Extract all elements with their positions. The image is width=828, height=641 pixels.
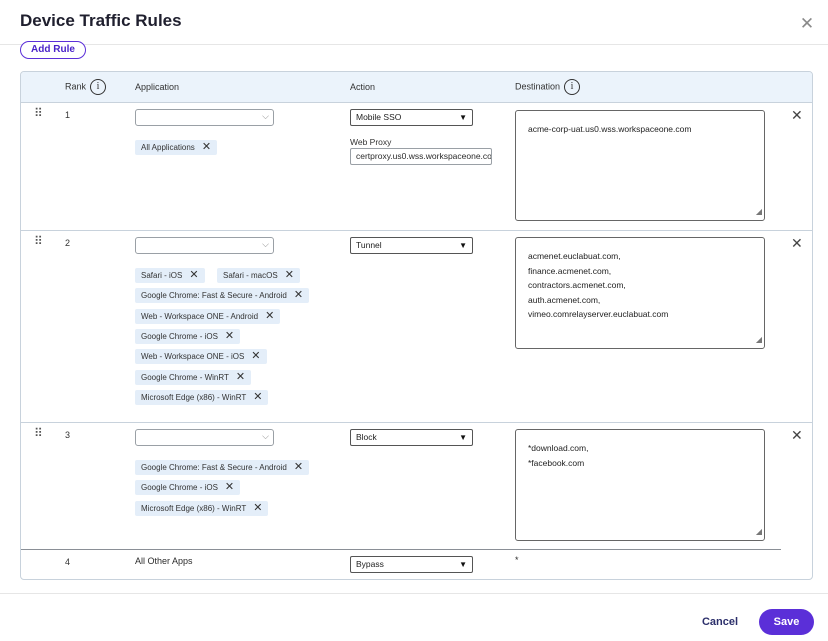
app-chip-label: Safari - macOS bbox=[223, 271, 278, 280]
remove-chip-icon[interactable]: ✕ bbox=[189, 268, 198, 283]
app-chip-label: Web - Workspace ONE - Android bbox=[141, 312, 259, 321]
table-row: 4 All Other Apps Bypass ▼ * bbox=[21, 550, 812, 579]
destination-text: acme-corp-uat.us0.wss.workspaceone.com bbox=[528, 124, 692, 134]
app-chip-label: Google Chrome - iOS bbox=[141, 483, 218, 492]
app-chip-label: Google Chrome: Fast & Secure - Android bbox=[141, 291, 287, 300]
app-chip: Microsoft Edge (x86) - WinRT ✕ bbox=[135, 390, 269, 405]
application-select[interactable]: ⌵ bbox=[135, 109, 274, 126]
app-chip: Google Chrome: Fast & Secure - Android ✕ bbox=[135, 460, 310, 475]
caret-down-icon: ▼ bbox=[459, 560, 467, 569]
destination-textarea[interactable]: *download.com, *facebook.com ◢ bbox=[515, 429, 765, 541]
remove-chip-icon[interactable]: ✕ bbox=[294, 288, 303, 303]
resize-grip-icon[interactable]: ◢ bbox=[756, 333, 762, 348]
remove-chip-icon[interactable]: ✕ bbox=[265, 309, 274, 324]
action-select-value: Block bbox=[356, 432, 377, 442]
delete-rule-icon[interactable]: ✕ bbox=[791, 107, 803, 124]
application-select[interactable]: ⌵ bbox=[135, 429, 274, 446]
action-select-value: Mobile SSO bbox=[356, 112, 402, 122]
app-chip-label: Safari - iOS bbox=[141, 271, 183, 280]
remove-chip-icon[interactable]: ✕ bbox=[251, 349, 260, 364]
resize-grip-icon[interactable]: ◢ bbox=[756, 525, 762, 540]
app-chip: Google Chrome: Fast & Secure - Android ✕ bbox=[135, 288, 310, 303]
action-select[interactable]: Bypass ▼ bbox=[350, 556, 473, 573]
add-rule-button[interactable]: Add Rule bbox=[20, 41, 86, 59]
delete-rule-icon[interactable]: ✕ bbox=[791, 427, 803, 444]
app-chip: Google Chrome - iOS ✕ bbox=[135, 329, 241, 344]
app-chip-label: Google Chrome: Fast & Secure - Android bbox=[141, 463, 287, 472]
info-icon[interactable]: i bbox=[90, 79, 107, 95]
app-chip: Microsoft Edge (x86) - WinRT ✕ bbox=[135, 501, 269, 516]
rank-header: Rank i bbox=[65, 79, 107, 95]
destination-textarea[interactable]: acme-corp-uat.us0.wss.workspaceone.com ◢ bbox=[515, 110, 765, 221]
remove-chip-icon[interactable]: ✕ bbox=[285, 268, 294, 283]
remove-chip-icon[interactable]: ✕ bbox=[253, 501, 262, 516]
page-title: Device Traffic Rules bbox=[20, 11, 182, 30]
chevron-down-icon: ⌵ bbox=[262, 111, 269, 121]
app-chip-label: Google Chrome - WinRT bbox=[141, 373, 229, 382]
title-divider bbox=[0, 44, 828, 45]
app-chip: Web - Workspace ONE - Android ✕ bbox=[135, 309, 281, 324]
remove-chip-icon[interactable]: ✕ bbox=[225, 329, 234, 344]
caret-down-icon: ▼ bbox=[459, 241, 467, 250]
app-chip-label: Web - Workspace ONE - iOS bbox=[141, 352, 245, 361]
app-chip: Safari - iOS ✕ bbox=[135, 268, 205, 283]
rank-value: 1 bbox=[65, 110, 71, 120]
app-chip-label: All Applications bbox=[141, 143, 195, 152]
table-row: ⠿ 3 ⌵ Google Chrome: Fast & Secure - And… bbox=[21, 423, 812, 551]
destination-header: Destination i bbox=[515, 79, 581, 95]
destination-text: *download.com, *facebook.com bbox=[528, 443, 589, 468]
caret-down-icon: ▼ bbox=[459, 113, 467, 122]
app-chip: All Applications ✕ bbox=[135, 140, 218, 155]
app-chip: Web - Workspace ONE - iOS ✕ bbox=[135, 349, 267, 364]
chevron-down-icon: ⌵ bbox=[262, 239, 269, 249]
destination-text: * bbox=[515, 555, 519, 565]
table-header: Rank i Application Action Destination i bbox=[21, 72, 812, 103]
app-chip-label: Google Chrome - iOS bbox=[141, 332, 218, 341]
remove-chip-icon[interactable]: ✕ bbox=[202, 140, 211, 155]
application-header: Application bbox=[135, 82, 180, 92]
close-dialog-icon[interactable]: ✕ bbox=[799, 15, 815, 32]
rank-value: 3 bbox=[65, 430, 71, 440]
footer-divider bbox=[0, 593, 828, 594]
chevron-down-icon: ⌵ bbox=[262, 431, 269, 441]
drag-handle-icon[interactable]: ⠿ bbox=[34, 427, 43, 439]
application-select[interactable]: ⌵ bbox=[135, 237, 274, 254]
resize-grip-icon[interactable]: ◢ bbox=[756, 205, 762, 220]
app-chip: Google Chrome - WinRT ✕ bbox=[135, 370, 252, 385]
destination-textarea[interactable]: acmenet.euclabuat.com, finance.acmenet.c… bbox=[515, 237, 765, 349]
table-row: ⠿ 1 ⌵ All Applications ✕ Mobile SSO ▼ Web … bbox=[21, 103, 812, 231]
app-chip-label: Microsoft Edge (x86) - WinRT bbox=[141, 393, 247, 402]
rank-header-label: Rank bbox=[65, 81, 87, 92]
destination-header-label: Destination bbox=[515, 81, 561, 92]
caret-down-icon: ▼ bbox=[459, 433, 467, 442]
app-chip: Safari - macOS ✕ bbox=[217, 268, 300, 283]
remove-chip-icon[interactable]: ✕ bbox=[236, 370, 245, 385]
info-icon[interactable]: i bbox=[564, 79, 581, 95]
rank-value: 4 bbox=[65, 557, 71, 567]
app-chip: Google Chrome - iOS ✕ bbox=[135, 480, 241, 495]
remove-chip-icon[interactable]: ✕ bbox=[294, 460, 303, 475]
action-header: Action bbox=[350, 82, 376, 92]
remove-chip-icon[interactable]: ✕ bbox=[225, 480, 234, 495]
action-select[interactable]: Block ▼ bbox=[350, 429, 473, 446]
action-select[interactable]: Mobile SSO ▼ bbox=[350, 109, 473, 126]
rank-value: 2 bbox=[65, 238, 71, 248]
action-select-value: Bypass bbox=[356, 559, 384, 569]
delete-rule-icon[interactable]: ✕ bbox=[791, 235, 803, 252]
destination-text: acmenet.euclabuat.com, finance.acmenet.c… bbox=[528, 251, 669, 319]
remove-chip-icon[interactable]: ✕ bbox=[253, 390, 262, 405]
cancel-button[interactable]: Cancel bbox=[696, 610, 744, 634]
drag-handle-icon[interactable]: ⠿ bbox=[34, 235, 43, 247]
app-text: All Other Apps bbox=[135, 556, 193, 566]
web-proxy-label: Web Proxy bbox=[350, 137, 392, 147]
table-row: ⠿ 2 ⌵ Safari - iOS ✕ Safari - macOS ✕ Goog… bbox=[21, 231, 812, 423]
action-select[interactable]: Tunnel ▼ bbox=[350, 237, 473, 254]
drag-handle-icon[interactable]: ⠿ bbox=[34, 107, 43, 119]
app-chip-label: Microsoft Edge (x86) - WinRT bbox=[141, 504, 247, 513]
action-select-value: Tunnel bbox=[356, 240, 382, 250]
web-proxy-input[interactable]: certproxy.us0.wss.workspaceone.com bbox=[350, 148, 492, 165]
save-button[interactable]: Save bbox=[759, 609, 814, 635]
rules-table: Rank i Application Action Destination i ⠿ … bbox=[20, 71, 813, 580]
